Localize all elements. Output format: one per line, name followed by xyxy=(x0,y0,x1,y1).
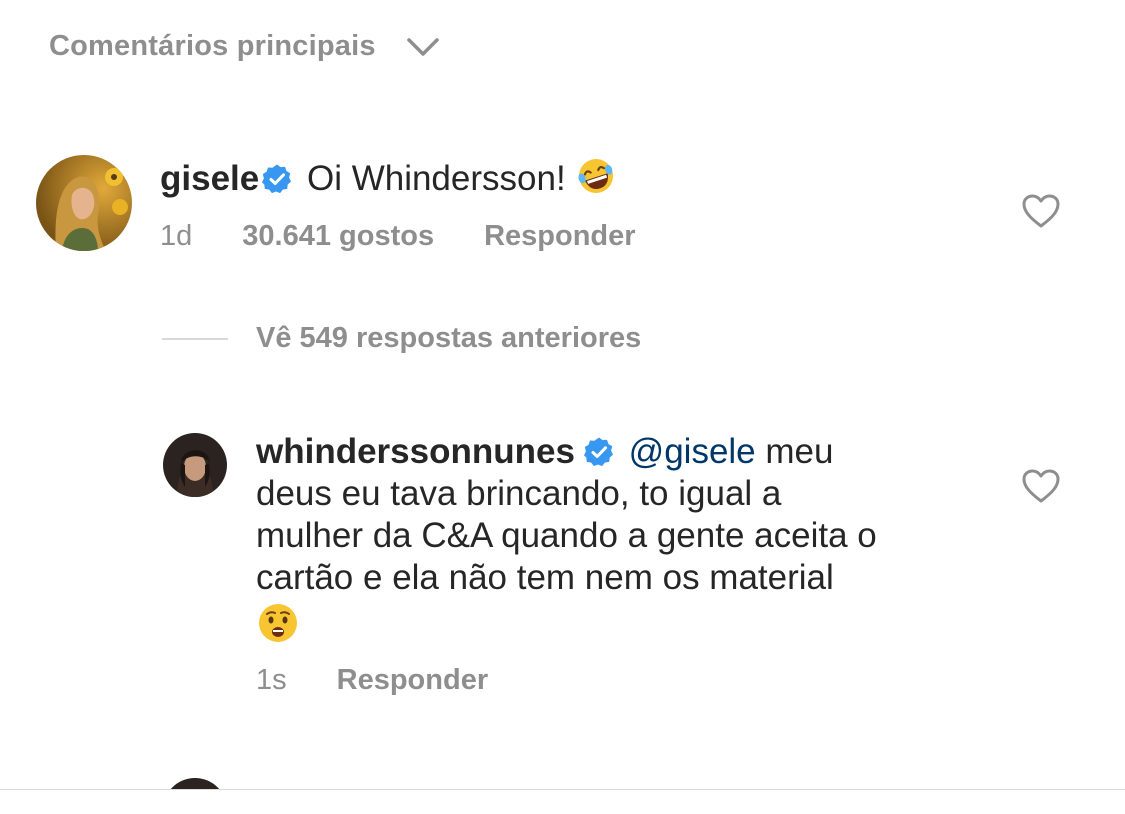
next-comment-peek xyxy=(0,0,1125,789)
bottom-divider xyxy=(0,789,1125,790)
avatar[interactable] xyxy=(163,778,227,789)
